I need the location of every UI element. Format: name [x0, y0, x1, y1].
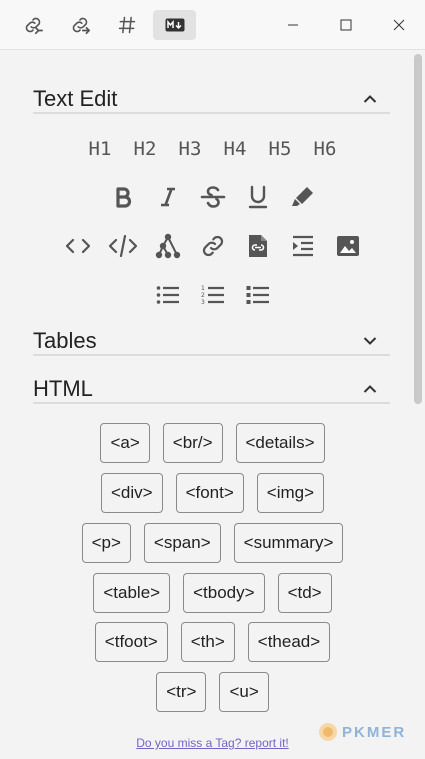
code-block-icon[interactable]	[100, 228, 145, 264]
heading-label: H2	[133, 138, 157, 160]
link-icon[interactable]	[190, 228, 235, 264]
section-title: HTML	[33, 376, 93, 401]
section-title: Text Edit	[33, 86, 118, 111]
html-tag-row: <table> <tbody> <td>	[0, 573, 425, 613]
bullet-list-icon[interactable]	[145, 277, 190, 313]
indent-icon[interactable]	[280, 228, 325, 264]
image-icon[interactable]	[325, 228, 370, 264]
section-tables-header[interactable]: Tables	[33, 322, 390, 356]
svg-text:1: 1	[201, 285, 205, 292]
section-title: Tables	[33, 328, 97, 353]
html-tag-button[interactable]: <div>	[100, 473, 163, 513]
strikethrough-icon[interactable]	[190, 179, 235, 215]
html-tag-row: <tfoot> <th> <thead>	[0, 622, 425, 662]
embed-file-icon[interactable]	[235, 228, 280, 264]
link-out-icon[interactable]	[64, 9, 96, 41]
section-html-header[interactable]: HTML	[33, 370, 390, 404]
svg-text:2: 2	[201, 292, 205, 299]
insert-buttons-row	[0, 228, 425, 264]
chevron-down-icon[interactable]	[360, 331, 380, 351]
hashtag-icon[interactable]	[111, 9, 143, 41]
format-buttons-row	[0, 179, 425, 215]
numbered-list-icon[interactable]: 123	[190, 277, 235, 313]
html-tag-button[interactable]: <u>	[219, 672, 269, 712]
html-tag-button[interactable]: <tr>	[156, 672, 207, 712]
report-missing-tag-link[interactable]: Do you miss a Tag? report it!	[0, 736, 425, 750]
link-in-icon[interactable]	[17, 9, 49, 41]
minimize-icon[interactable]	[276, 9, 310, 41]
task-list-icon[interactable]	[235, 277, 280, 313]
inline-code-icon[interactable]	[55, 228, 100, 264]
html-tag-button[interactable]: <tbody>	[183, 573, 265, 613]
section-text-edit-header[interactable]: Text Edit	[33, 80, 390, 114]
html-tag-row: <p> <span> <summary>	[0, 523, 425, 563]
italic-icon[interactable]	[145, 179, 190, 215]
heading-4-button[interactable]: H4	[213, 131, 258, 167]
html-tag-button[interactable]: <summary>	[233, 523, 344, 563]
title-bar	[0, 0, 425, 50]
markdown-icon[interactable]	[153, 10, 196, 40]
html-tag-button[interactable]: <details>	[235, 423, 325, 463]
html-tag-button[interactable]: <p>	[81, 523, 131, 563]
html-tag-button[interactable]: <thead>	[247, 622, 331, 662]
list-buttons-row: 123	[0, 277, 425, 313]
chevron-up-icon[interactable]	[360, 89, 380, 109]
html-tag-button[interactable]: <font>	[175, 473, 244, 513]
highlight-pen-icon[interactable]	[280, 179, 325, 215]
heading-label: H4	[223, 138, 247, 160]
heading-buttons-row: H1 H2 H3 H4 H5 H6	[0, 131, 425, 167]
heading-1-button[interactable]: H1	[78, 131, 123, 167]
mindmap-icon[interactable]	[145, 228, 190, 264]
heading-label: H6	[313, 138, 337, 160]
underline-icon[interactable]	[235, 179, 280, 215]
html-tag-button[interactable]: <br/>	[162, 423, 223, 463]
heading-5-button[interactable]: H5	[258, 131, 303, 167]
html-tag-button[interactable]: <tfoot>	[94, 622, 168, 662]
maximize-icon[interactable]	[329, 9, 363, 41]
html-tag-row: <tr> <u>	[0, 672, 425, 712]
heading-3-button[interactable]: H3	[168, 131, 213, 167]
chevron-up-icon[interactable]	[360, 379, 380, 399]
heading-label: H5	[268, 138, 292, 160]
html-tag-row: <a> <br/> <details>	[0, 423, 425, 463]
html-tag-button[interactable]: <td>	[277, 573, 332, 613]
html-tag-button[interactable]: <th>	[180, 622, 235, 662]
heading-6-button[interactable]: H6	[303, 131, 348, 167]
html-tag-button[interactable]: <img>	[256, 473, 325, 513]
heading-label: H1	[88, 138, 112, 160]
bold-icon[interactable]	[100, 179, 145, 215]
heading-2-button[interactable]: H2	[123, 131, 168, 167]
html-tag-button[interactable]: <table>	[93, 573, 171, 613]
html-tag-button[interactable]: <span>	[143, 523, 221, 563]
close-icon[interactable]	[382, 9, 416, 41]
html-tag-row: <div> <font> <img>	[0, 473, 425, 513]
heading-label: H3	[178, 138, 202, 160]
html-tag-button[interactable]: <a>	[100, 423, 150, 463]
svg-text:3: 3	[201, 299, 205, 306]
